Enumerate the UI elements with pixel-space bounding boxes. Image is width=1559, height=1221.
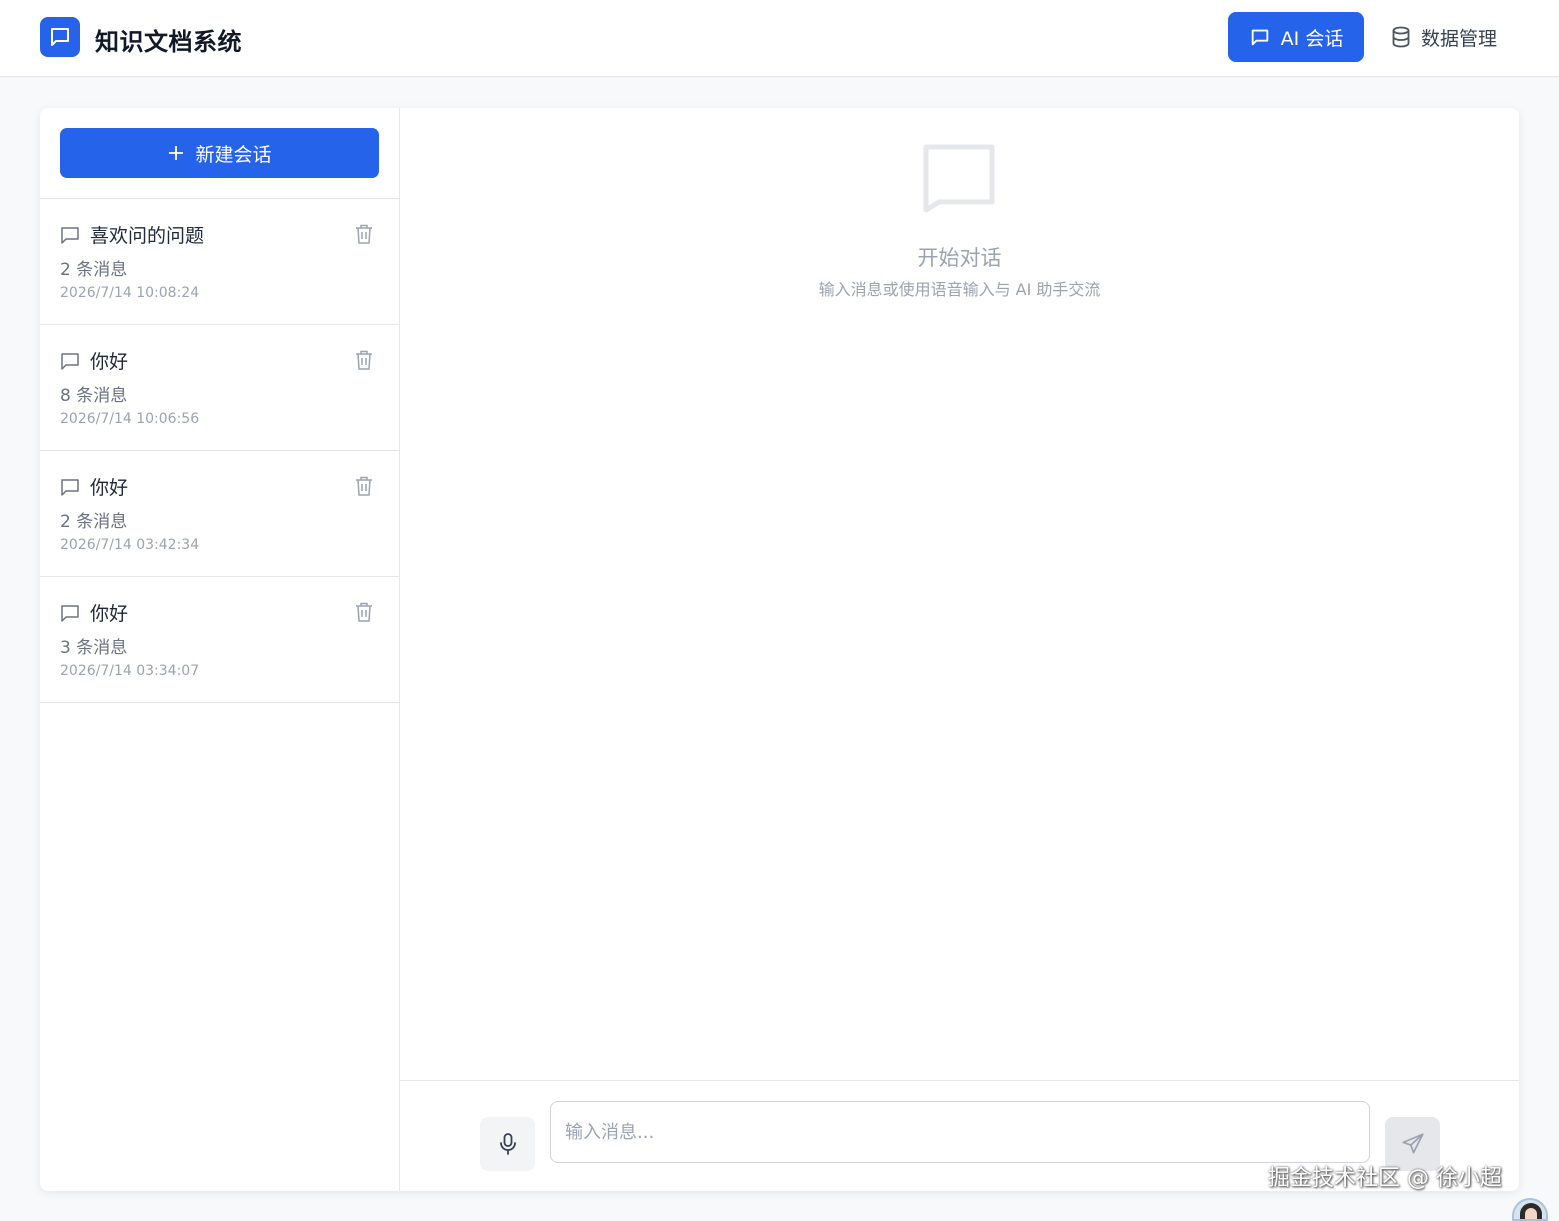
nav-data-management-button[interactable]: 数据管理	[1376, 12, 1512, 62]
session-item[interactable]: 喜欢问的问题 2 条消息 2026/7/14 10:08:24	[40, 199, 400, 325]
session-message-count: 2 条消息	[60, 260, 128, 280]
session-message-count: 8 条消息	[60, 386, 128, 406]
avatar[interactable]	[1512, 1198, 1548, 1221]
chat-bubble-icon	[923, 144, 995, 213]
session-timestamp: 2026/7/14 10:06:56	[60, 411, 200, 427]
session-message-count: 2 条消息	[60, 512, 128, 532]
nav-ai-chat-button[interactable]: AI 会话	[1228, 12, 1364, 62]
new-session-button[interactable]: 新建会话	[60, 128, 379, 178]
empty-state-title: 开始对话	[917, 246, 1002, 270]
nav-ai-chat-label: AI 会话	[1280, 27, 1344, 50]
chat-bubble-icon	[61, 479, 79, 496]
trash-icon[interactable]	[354, 349, 374, 371]
session-title: 喜欢问的问题	[90, 225, 205, 247]
session-sidebar: 新建会话 喜欢问的问题 2 条消息 2026/7/14 10:08:24 你好 …	[40, 108, 400, 1191]
chat-bubble-icon	[51, 28, 69, 46]
session-title: 你好	[90, 603, 129, 625]
trash-icon[interactable]	[354, 223, 374, 245]
top-navbar: 知识文档系统 AI 会话 数据管理	[0, 0, 1559, 77]
trash-icon[interactable]	[354, 475, 374, 497]
nav-data-management-label: 数据管理	[1420, 27, 1497, 50]
chat-bubble-icon	[61, 605, 79, 622]
session-item[interactable]: 你好 2 条消息 2026/7/14 03:42:34	[40, 451, 400, 577]
send-icon	[1401, 1133, 1424, 1154]
trash-icon[interactable]	[354, 601, 374, 623]
chat-bubble-icon	[61, 227, 79, 244]
session-item[interactable]: 你好 8 条消息 2026/7/14 10:06:56	[40, 325, 400, 451]
avatar-face	[1525, 1208, 1537, 1219]
new-session-label: 新建会话	[195, 143, 272, 166]
chat-bubble-icon	[61, 353, 79, 370]
app-logo[interactable]	[40, 17, 80, 57]
session-message-count: 3 条消息	[60, 638, 128, 658]
chat-bubble-icon	[1251, 29, 1268, 46]
watermark: 掘金技术社区 @ 徐小超	[1268, 1166, 1502, 1191]
chat-main: 开始对话 输入消息或使用语音输入与 AI 助手交流	[400, 108, 1519, 1191]
plus-icon	[169, 146, 184, 160]
session-item[interactable]: 你好 3 条消息 2026/7/14 03:34:07	[40, 577, 400, 703]
chat-panel: 新建会话 喜欢问的问题 2 条消息 2026/7/14 10:08:24 你好 …	[40, 108, 1519, 1191]
app-title: 知识文档系统	[95, 28, 242, 56]
session-timestamp: 2026/7/14 03:34:07	[60, 663, 200, 679]
session-title: 你好	[90, 351, 129, 373]
session-title: 你好	[90, 477, 129, 499]
empty-state-subtitle: 输入消息或使用语音输入与 AI 助手交流	[818, 280, 1101, 299]
session-timestamp: 2026/7/14 10:08:24	[60, 285, 200, 301]
microphone-icon	[499, 1133, 516, 1155]
session-timestamp: 2026/7/14 03:42:34	[60, 537, 200, 553]
database-icon	[1392, 26, 1410, 48]
voice-input-button[interactable]	[480, 1117, 535, 1171]
message-input[interactable]	[550, 1101, 1370, 1163]
